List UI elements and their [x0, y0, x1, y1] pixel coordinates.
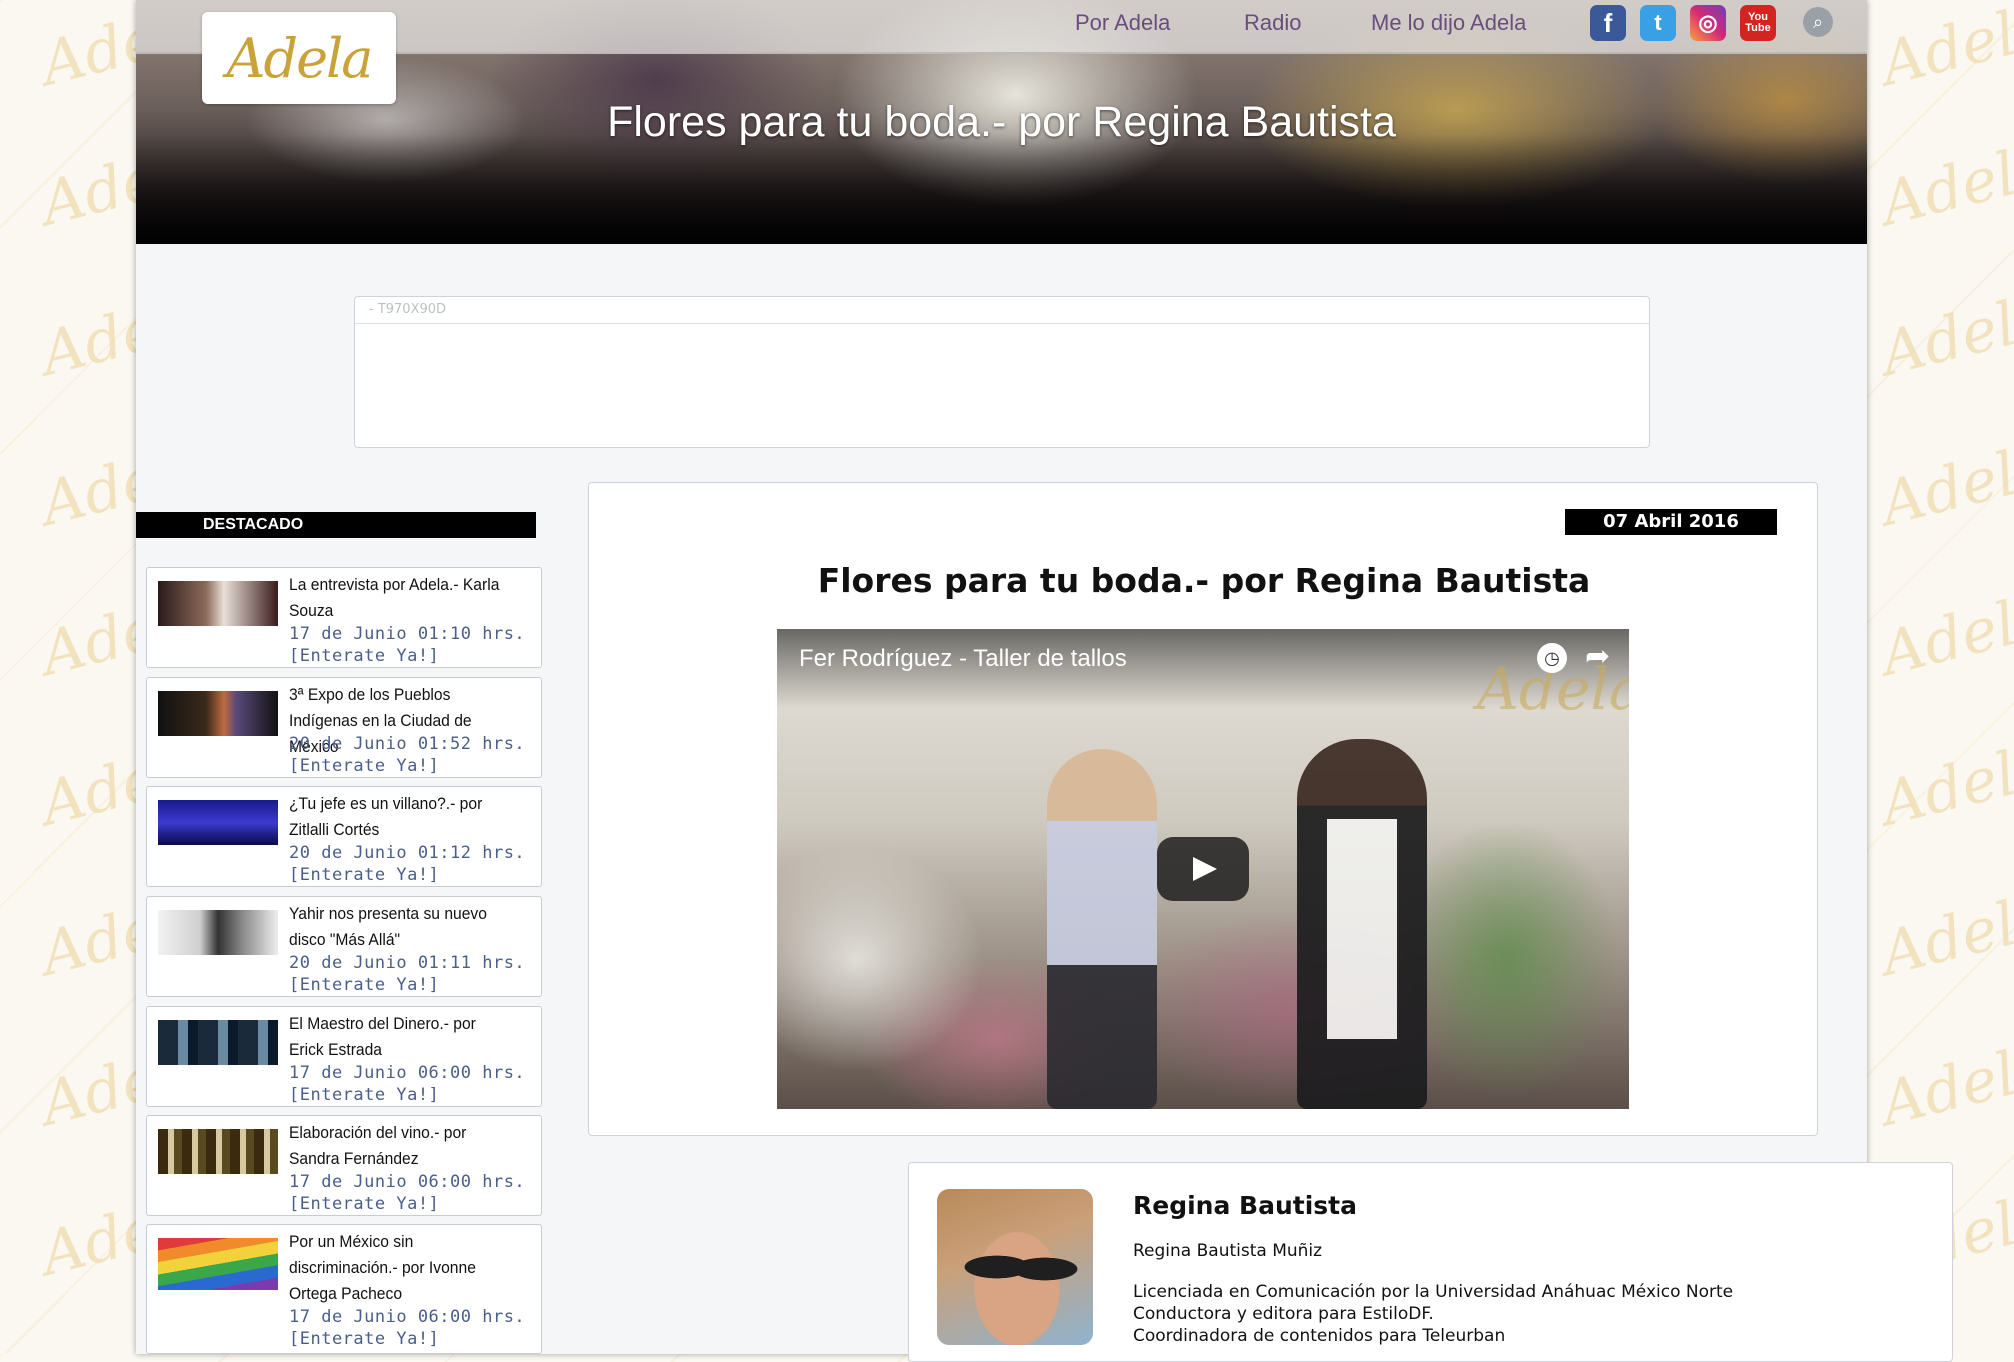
- featured-read-more-link[interactable]: [Enterate Ya!]: [289, 646, 439, 666]
- featured-read-more-link[interactable]: [Enterate Ya!]: [289, 1194, 439, 1214]
- featured-card[interactable]: ¿Tu jefe es un villano?.- por Zitlalli C…: [146, 786, 542, 887]
- share-icon[interactable]: ➦: [1585, 639, 1610, 674]
- featured-card[interactable]: Yahir nos presenta su nuevo disco "Más A…: [146, 896, 542, 997]
- featured-thumbnail[interactable]: [158, 691, 278, 736]
- watch-later-icon[interactable]: ◷: [1537, 643, 1567, 673]
- search-icon[interactable]: ⌕: [1803, 7, 1833, 37]
- hero-banner: Por Adela Radio Me lo dijo Adela f t ◎ Y…: [136, 0, 1867, 244]
- sidebar-heading-label: DESTACADO: [203, 516, 304, 533]
- twitter-icon[interactable]: t: [1640, 5, 1676, 41]
- youtube-icon[interactable]: You Tube: [1740, 5, 1776, 41]
- ad-banner: - T970X90D: [354, 296, 1650, 448]
- featured-card[interactable]: La entrevista por Adela.- Karla Souza 17…: [146, 567, 542, 668]
- featured-thumbnail[interactable]: [158, 1020, 278, 1065]
- author-full-name: Regina Bautista Muñiz: [1133, 1241, 1323, 1261]
- featured-title[interactable]: ¿Tu jefe es un villano?.- por Zitlalli C…: [289, 791, 514, 843]
- rainbow-flag-thumbnail[interactable]: [158, 1238, 278, 1290]
- nav-me-lo-dijo-adela[interactable]: Me lo dijo Adela: [1371, 10, 1526, 36]
- featured-date: 20 de Junio 01:52 hrs.: [289, 734, 526, 754]
- watermark-logo: Adela: [1874, 580, 2014, 690]
- featured-date: 20 de Junio 01:12 hrs.: [289, 843, 526, 863]
- ad-label: - T970X90D: [355, 297, 1649, 324]
- featured-title[interactable]: Por un México sin discriminación.- por I…: [289, 1229, 514, 1307]
- watermark-logo: Adela: [1874, 880, 2014, 990]
- featured-date: 17 de Junio 01:10 hrs.: [289, 624, 526, 644]
- featured-read-more-link[interactable]: [Enterate Ya!]: [289, 1329, 439, 1349]
- nav-por-adela[interactable]: Por Adela: [1075, 10, 1170, 36]
- featured-read-more-link[interactable]: [Enterate Ya!]: [289, 1085, 439, 1105]
- featured-read-more-link[interactable]: [Enterate Ya!]: [289, 756, 439, 776]
- author-name: Regina Bautista: [1133, 1191, 1357, 1220]
- hero-shade: [136, 134, 1867, 244]
- facebook-icon[interactable]: f: [1590, 5, 1626, 41]
- featured-thumbnail[interactable]: [158, 1129, 278, 1174]
- author-bio: Licenciada en Comunicación por la Univer…: [1133, 1282, 1734, 1346]
- watermark-logo: Adela: [1874, 1030, 2014, 1140]
- watermark-logo: Adela: [1874, 280, 2014, 390]
- play-button-icon[interactable]: [1157, 837, 1249, 901]
- author-avatar: [937, 1189, 1093, 1345]
- featured-date: 20 de Junio 01:11 hrs.: [289, 953, 526, 973]
- sidebar-heading: DESTACADO: [136, 512, 536, 538]
- featured-thumbnail[interactable]: [158, 910, 278, 955]
- video-player[interactable]: Fer Rodríguez - Taller de tallos Adela ◷…: [777, 629, 1629, 1109]
- featured-card[interactable]: El Maestro del Dinero.- por Erick Estrad…: [146, 1006, 542, 1107]
- featured-thumbnail[interactable]: [158, 581, 278, 626]
- video-person-shirt: [1327, 819, 1397, 1039]
- featured-thumbnail[interactable]: [158, 800, 278, 845]
- featured-card[interactable]: 3ª Expo de los Pueblos Indígenas en la C…: [146, 677, 542, 778]
- featured-title[interactable]: Yahir nos presenta su nuevo disco "Más A…: [289, 901, 514, 953]
- page-container: Por Adela Radio Me lo dijo Adela f t ◎ Y…: [136, 0, 1953, 1362]
- article-panel: 07 Abril 2016 Flores para tu boda.- por …: [588, 482, 1818, 1136]
- featured-title[interactable]: La entrevista por Adela.- Karla Souza: [289, 572, 514, 624]
- video-title[interactable]: Fer Rodríguez - Taller de tallos: [799, 645, 1127, 673]
- featured-card[interactable]: Por un México sin discriminación.- por I…: [146, 1224, 542, 1354]
- article-title: Flores para tu boda.- por Regina Bautist…: [817, 561, 1591, 600]
- featured-card[interactable]: Elaboración del vino.- por Sandra Fernán…: [146, 1115, 542, 1216]
- featured-date: 17 de Junio 06:00 hrs.: [289, 1307, 526, 1327]
- article-date-badge: 07 Abril 2016: [1565, 509, 1777, 535]
- watermark-logo: Adela: [1874, 430, 2014, 540]
- watermark-logo: Adela: [1874, 0, 2014, 100]
- instagram-icon[interactable]: ◎: [1690, 5, 1726, 41]
- featured-read-more-link[interactable]: [Enterate Ya!]: [289, 975, 439, 995]
- nav-radio[interactable]: Radio: [1244, 10, 1301, 36]
- watermark-logo: Adela: [1874, 130, 2014, 240]
- watermark-logo: Adela: [1874, 730, 2014, 840]
- featured-date: 17 de Junio 06:00 hrs.: [289, 1172, 526, 1192]
- featured-read-more-link[interactable]: [Enterate Ya!]: [289, 865, 439, 885]
- featured-title[interactable]: El Maestro del Dinero.- por Erick Estrad…: [289, 1011, 514, 1063]
- featured-date: 17 de Junio 06:00 hrs.: [289, 1063, 526, 1083]
- author-card: Regina Bautista Regina Bautista Muñiz Li…: [908, 1162, 1953, 1362]
- video-person-right: [1297, 739, 1427, 1109]
- featured-title[interactable]: Elaboración del vino.- por Sandra Fernán…: [289, 1120, 514, 1172]
- site-logo[interactable]: Adela: [202, 12, 396, 104]
- hero-title: Flores para tu boda.- por Regina Bautist…: [607, 98, 1396, 146]
- video-person-left: [1047, 749, 1157, 1109]
